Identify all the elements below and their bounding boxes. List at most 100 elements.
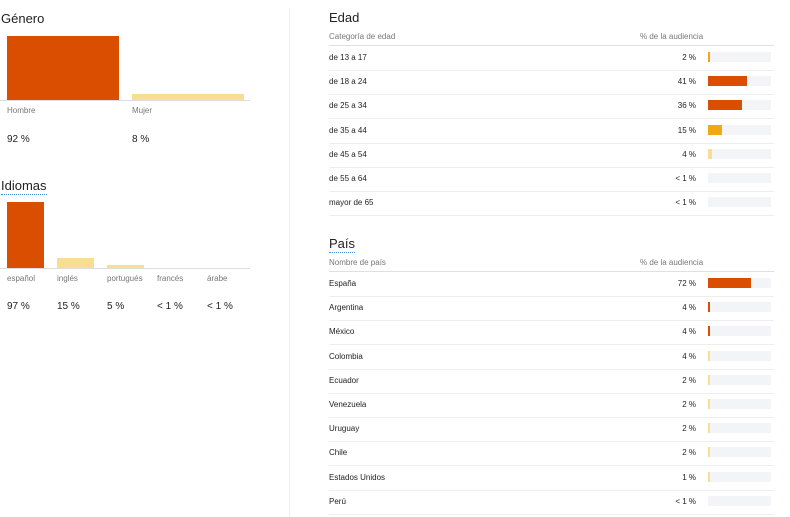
age-row-bar-fill	[708, 148, 712, 159]
age-row-percent: 2 %	[682, 53, 696, 62]
country-row-label: Argentina	[329, 303, 364, 313]
gender-title: Género	[1, 11, 45, 26]
gender-bar[interactable]	[7, 36, 119, 100]
country-row: Venezuela 2 %	[329, 393, 774, 418]
gender-bar[interactable]	[132, 94, 244, 100]
age-row-bar-track	[708, 148, 771, 159]
left-column: Género Hombre 92 % Mujer 8 % Idiomas españo…	[0, 0, 260, 517]
country-row-label: Perú	[329, 496, 346, 506]
language-baseline	[0, 268, 250, 269]
country-row-label: Venezuela	[329, 400, 367, 409]
language-bar[interactable]	[7, 202, 44, 268]
age-row-bar-fill	[708, 124, 722, 135]
age-row-label: de 35 a 44	[329, 125, 367, 135]
age-row-bar-track	[708, 173, 771, 183]
age-row: de 18 a 24 41 %	[329, 70, 774, 96]
language-label: inglés	[57, 274, 78, 283]
country-row-bar-fill	[708, 326, 710, 337]
country-row: México 4 %	[329, 320, 774, 346]
age-row: de 45 a 54 4 %	[329, 143, 774, 168]
language-value: 97 %	[7, 301, 30, 312]
country-row-bar-track	[708, 302, 771, 313]
gender-value: 8 %	[132, 134, 150, 145]
age-row-bar-fill	[708, 100, 742, 111]
language-bar[interactable]	[107, 265, 144, 268]
right-column: Edad Categoría de edad % de la audiencia…	[329, 0, 774, 517]
country-row-bar-track	[708, 447, 771, 458]
language-value: < 1 %	[207, 301, 233, 312]
country-row-percent: 2 %	[682, 375, 696, 385]
country-category-header: Nombre de país	[329, 258, 386, 267]
country-row-bar-track	[708, 326, 771, 337]
country-row-percent: 4 %	[682, 303, 696, 313]
age-row-bar-track	[708, 197, 771, 208]
country-row-bar-track	[708, 350, 771, 361]
country-row-label: España	[329, 279, 357, 288]
age-row-bar-track	[708, 124, 771, 135]
age-category-header: Categoría de edad	[329, 32, 396, 41]
country-row-label: Ecuador	[329, 375, 359, 385]
country-row-label: Uruguay	[329, 424, 360, 434]
country-row-bar-track	[708, 423, 771, 434]
age-title: Edad	[329, 10, 360, 25]
country-row: Perú < 1 %	[329, 490, 774, 515]
age-row-percent: 4 %	[682, 149, 696, 159]
age-row: de 25 a 34 36 %	[329, 94, 774, 120]
country-row: Chile 2 %	[329, 441, 774, 467]
language-value: < 1 %	[157, 301, 183, 312]
country-row: Argentina 4 %	[329, 296, 774, 322]
country-row: Estados Unidos 1 %	[329, 466, 774, 491]
age-row-percent: 15 %	[677, 125, 696, 135]
country-row-percent: 1 %	[682, 472, 696, 482]
country-row-bar-fill	[708, 399, 710, 409]
language-label: portugués	[107, 274, 143, 283]
country-row-percent: 4 %	[682, 351, 696, 361]
country-row-bar-fill	[708, 447, 710, 458]
gender-bar-chart: Hombre 92 % Mujer 8 %	[0, 30, 250, 170]
country-table-header: Nombre de país % de la audiencia	[329, 255, 774, 272]
age-row-bar-fill	[708, 76, 747, 87]
gender-baseline	[0, 100, 250, 101]
country-row: Uruguay 2 %	[329, 417, 774, 443]
age-table-header: Categoría de edad % de la audiencia	[329, 29, 774, 46]
age-row-label: de 13 a 17	[329, 53, 367, 62]
languages-title[interactable]: Idiomas	[1, 178, 47, 195]
country-row: España 72 %	[329, 272, 774, 297]
age-row-bar-track	[708, 52, 771, 62]
country-percent-header: % de la audiencia	[640, 258, 704, 267]
country-row-percent: 4 %	[682, 327, 696, 337]
age-row-bar-fill	[708, 52, 710, 62]
country-row-percent: 2 %	[682, 424, 696, 434]
country-row-percent: < 1 %	[675, 496, 696, 506]
country-row: Ecuador 2 %	[329, 369, 774, 394]
column-divider	[289, 8, 290, 517]
country-row-percent: 2 %	[682, 400, 696, 409]
country-row-bar-track	[708, 495, 771, 506]
age-row-label: de 25 a 34	[329, 101, 367, 111]
language-label: español	[7, 274, 36, 283]
age-row: mayor de 65 < 1 %	[329, 191, 774, 217]
language-bar[interactable]	[57, 258, 94, 268]
country-row: Colombia 4 %	[329, 345, 774, 370]
age-row-label: de 18 a 24	[329, 77, 367, 87]
age-row: de 35 a 44 15 %	[329, 119, 774, 144]
country-row-label: Colombia	[329, 351, 363, 361]
country-row-percent: 2 %	[682, 448, 696, 458]
age-row-percent: < 1 %	[675, 198, 696, 208]
country-row-bar-track	[708, 374, 771, 385]
country-row-bar-fill	[708, 374, 710, 385]
age-row: de 13 a 17 2 %	[329, 46, 774, 71]
country-row-bar-fill	[708, 302, 710, 313]
age-row-label: mayor de 65	[329, 198, 374, 208]
country-title[interactable]: País	[329, 236, 356, 253]
country-row-bar-fill	[708, 278, 751, 288]
country-row-bar-track	[708, 399, 771, 409]
age-row-bar-track	[708, 76, 771, 87]
age-percent-header: % de la audiencia	[640, 32, 704, 41]
gender-value: 92 %	[7, 134, 30, 145]
age-row-label: de 45 a 54	[329, 149, 367, 159]
country-row-bar-track	[708, 471, 771, 482]
age-row-label: de 55 a 64	[329, 174, 367, 183]
country-row-bar-fill	[708, 471, 710, 482]
gender-label: Mujer	[132, 106, 153, 115]
